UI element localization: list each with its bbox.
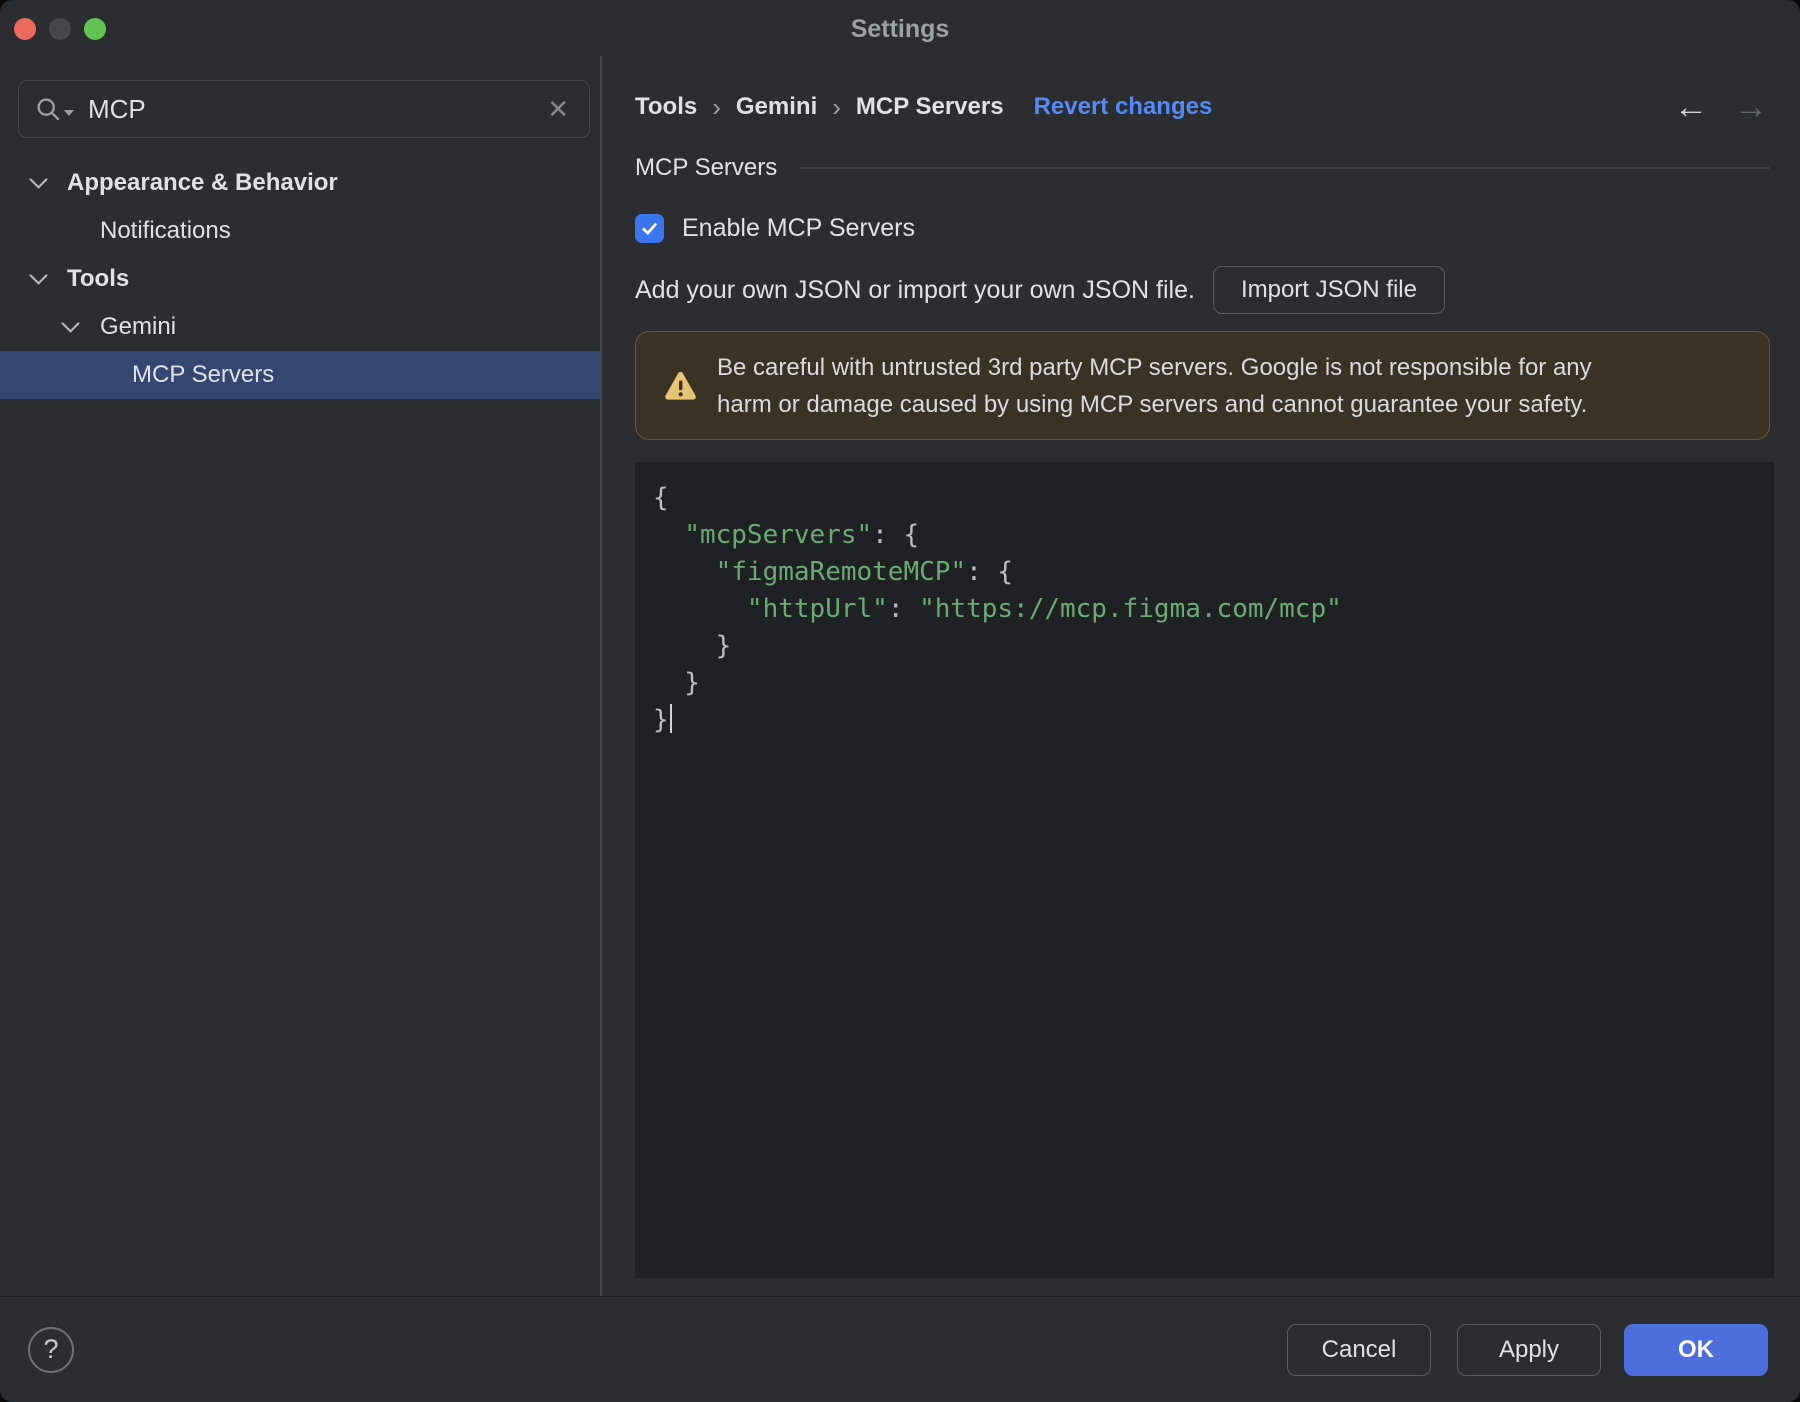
- history-nav: ← →: [1674, 88, 1800, 127]
- sidebar-item-mcp-servers[interactable]: MCP Servers: [0, 351, 600, 399]
- json-editor-code: { "mcpServers": { "figmaRemoteMCP": { "h…: [653, 480, 1774, 739]
- warning-text-line2: harm or damage caused by using MCP serve…: [717, 390, 1588, 418]
- json-editor[interactable]: { "mcpServers": { "figmaRemoteMCP": { "h…: [635, 462, 1774, 1278]
- warning-text: Be careful with untrusted 3rd party MCP …: [717, 349, 1592, 423]
- add-json-text: Add your own JSON or import your own JSO…: [635, 275, 1195, 304]
- code-line: "httpUrl": "https://mcp.figma.com/mcp": [746, 594, 1342, 624]
- search-box[interactable]: ✕: [18, 80, 590, 138]
- breadcrumb-separator-icon: ›: [832, 91, 841, 122]
- sidebar-item-tools[interactable]: Tools: [0, 255, 600, 303]
- enable-mcp-label: Enable MCP Servers: [682, 213, 915, 242]
- section-title: MCP Servers: [635, 154, 778, 181]
- text-cursor: [669, 704, 673, 733]
- sidebar-item-label: Tools: [67, 265, 130, 292]
- sidebar-item-label: Notifications: [100, 217, 231, 244]
- chevron-down-icon[interactable]: [28, 266, 48, 285]
- code-line: }: [653, 631, 732, 661]
- warning-text-line1: Be careful with untrusted 3rd party MCP …: [717, 353, 1592, 381]
- settings-tree: Appearance & Behavior Notifications Tools G…: [0, 159, 600, 399]
- forward-arrow-icon[interactable]: →: [1734, 88, 1768, 127]
- apply-button[interactable]: Apply: [1457, 1323, 1601, 1376]
- code-line: "figmaRemoteMCP": {: [715, 557, 1014, 587]
- titlebar: Settings: [0, 0, 1800, 56]
- sidebar-item-gemini[interactable]: Gemini: [0, 303, 600, 351]
- search-history-caret-icon: [64, 110, 74, 116]
- enable-mcp-row: Enable MCP Servers: [635, 211, 1800, 245]
- search-input[interactable]: [86, 92, 548, 126]
- sidebar-item-label: Gemini: [100, 313, 177, 340]
- clear-search-icon[interactable]: ✕: [547, 96, 569, 122]
- chevron-down-icon[interactable]: [60, 314, 80, 333]
- cancel-button[interactable]: Cancel: [1287, 1323, 1431, 1376]
- section-divider: [799, 167, 1770, 169]
- add-json-row: Add your own JSON or import your own JSO…: [635, 266, 1800, 314]
- breadcrumb-item-tools[interactable]: Tools: [635, 93, 697, 121]
- warning-banner: Be careful with untrusted 3rd party MCP …: [635, 331, 1770, 440]
- breadcrumb-item-gemini[interactable]: Gemini: [736, 93, 817, 121]
- breadcrumb: Tools › Gemini › MCP Servers Revert chan…: [635, 88, 1800, 126]
- search-icon[interactable]: [35, 96, 74, 123]
- sidebar: ✕ Appearance & Behavior Notifications Tool…: [0, 56, 600, 1297]
- warning-icon: [664, 371, 697, 401]
- back-arrow-icon[interactable]: ←: [1674, 88, 1708, 127]
- code-line: "mcpServers": {: [684, 520, 920, 550]
- enable-mcp-checkbox[interactable]: [635, 213, 664, 243]
- import-json-button[interactable]: Import JSON file: [1212, 266, 1445, 314]
- ok-button[interactable]: OK: [1624, 1323, 1768, 1376]
- sidebar-item-label: MCP Servers: [132, 361, 275, 388]
- breadcrumb-separator-icon: ›: [712, 91, 721, 122]
- sidebar-item-appearance-behavior[interactable]: Appearance & Behavior: [0, 159, 600, 207]
- code-line: }: [653, 702, 1774, 739]
- window-title: Settings: [850, 15, 950, 43]
- code-line: }: [653, 668, 700, 698]
- main-panel: Tools › Gemini › MCP Servers Revert chan…: [602, 56, 1800, 1297]
- help-button[interactable]: ?: [28, 1326, 74, 1373]
- chevron-down-icon[interactable]: [28, 170, 48, 189]
- footer: ? Cancel Apply OK: [0, 1296, 1800, 1402]
- question-icon: ?: [43, 1334, 59, 1364]
- revert-changes-link[interactable]: Revert changes: [1034, 93, 1213, 121]
- sidebar-item-label: Appearance & Behavior: [67, 169, 338, 196]
- settings-window: Settings ✕ Appearance & Behavior Notifica…: [0, 0, 1800, 1402]
- sidebar-item-notifications[interactable]: Notifications: [0, 207, 600, 255]
- breadcrumb-item-mcp-servers[interactable]: MCP Servers: [856, 93, 1004, 121]
- code-line: {: [653, 483, 669, 513]
- section-header: MCP Servers: [635, 154, 1800, 182]
- checkbox-check-icon: [642, 222, 657, 234]
